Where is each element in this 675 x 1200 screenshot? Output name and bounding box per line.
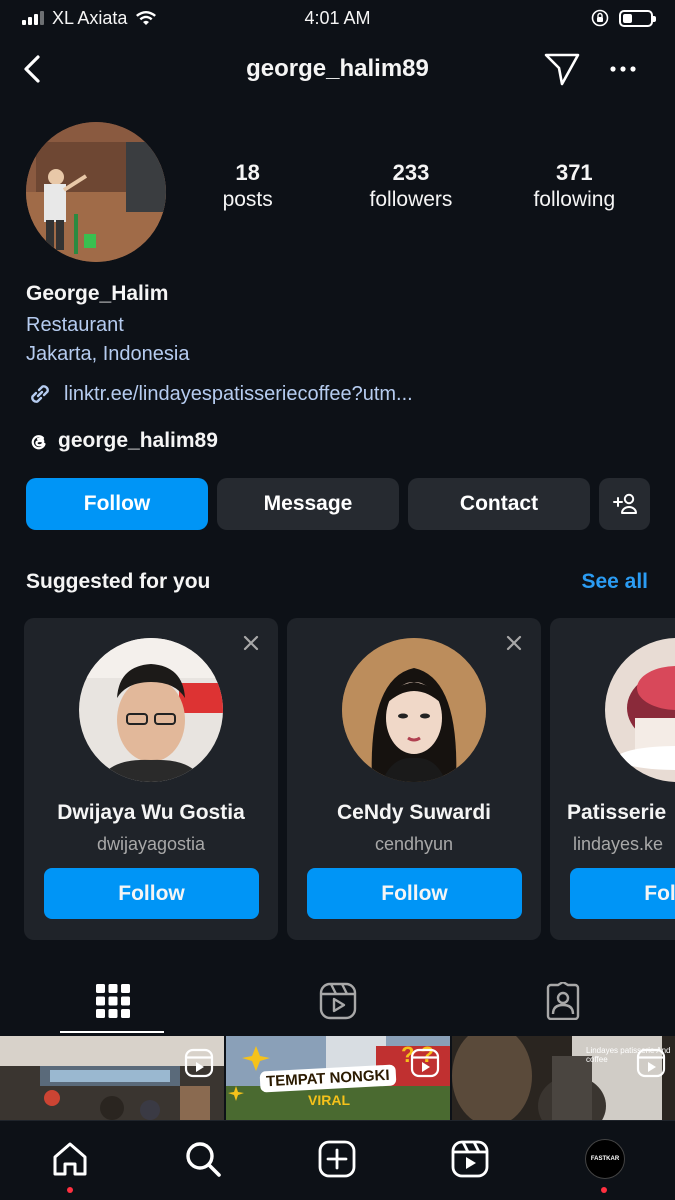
notification-dot — [601, 1187, 607, 1193]
post-overlay-subtext: VIRAL — [308, 1092, 350, 1108]
suggested-name: Dwijaya Wu Gostia — [57, 801, 245, 824]
avatar-photo — [79, 638, 223, 782]
suggested-name: CeNdy Suwardi — [336, 801, 492, 824]
nav-reels[interactable] — [448, 1137, 492, 1181]
status-right — [591, 9, 656, 27]
display-name: George_Halim — [26, 282, 169, 305]
create-icon — [318, 1140, 356, 1178]
suggested-title: Suggested for you — [26, 570, 211, 593]
bottom-navigation: FASTKAR — [0, 1120, 675, 1200]
threads-handle: george_halim89 — [58, 429, 218, 452]
follow-button[interactable]: Follow — [26, 478, 208, 530]
suggested-carousel[interactable]: Dwijaya Wu Gostia dwijayagostia Follow C… — [24, 618, 675, 940]
profile-actions: Follow Message Contact — [26, 478, 650, 530]
tab-reels[interactable] — [225, 968, 450, 1034]
stat-value: 233 — [392, 160, 430, 185]
nav-profile-avatar: FASTKAR — [585, 1139, 625, 1179]
close-icon[interactable] — [505, 634, 523, 652]
close-icon[interactable] — [242, 634, 260, 652]
nav-create[interactable] — [315, 1137, 359, 1181]
reels-icon — [319, 982, 356, 1020]
avatar-photo — [342, 638, 486, 782]
tagged-icon — [546, 982, 579, 1020]
stat-label: posts — [222, 188, 273, 212]
page-title: george_halim89 — [246, 55, 429, 82]
add-person-icon — [612, 493, 637, 514]
stat-label: following — [533, 188, 616, 212]
stat-posts[interactable]: 18 posts — [166, 160, 329, 214]
profile-header: george_halim89 — [0, 40, 675, 98]
reels-icon — [451, 1140, 489, 1178]
avatar-photo — [605, 638, 675, 782]
lock-rotation-icon — [591, 9, 609, 27]
back-icon[interactable] — [18, 52, 48, 86]
search-icon — [186, 1142, 221, 1177]
post-thumbnail[interactable] — [0, 1036, 224, 1120]
nav-search[interactable] — [181, 1137, 225, 1181]
profile-link[interactable]: linktr.ee/lindayespatisseriecoffee?utm..… — [26, 380, 413, 408]
link-text: linktr.ee/lindayespatisseriecoffee?utm..… — [64, 382, 413, 405]
profile-tabs — [0, 968, 675, 1034]
profile-stats: 18 posts 233 followers 371 following — [166, 160, 656, 214]
reel-badge-icon — [636, 1048, 666, 1078]
reel-badge-icon — [410, 1048, 440, 1078]
suggested-follow-button[interactable]: Follow — [307, 868, 522, 919]
tab-tagged[interactable] — [450, 968, 675, 1034]
status-bar: XL Axiata 4:01 AM — [0, 0, 675, 36]
profile-category[interactable]: Restaurant — [26, 314, 124, 337]
nav-profile[interactable]: FASTKAR — [583, 1137, 627, 1181]
stat-label: followers — [369, 188, 453, 212]
suggested-card[interactable]: CeNdy Suwardi cendhyun Follow — [287, 618, 541, 940]
suggested-avatar[interactable] — [342, 638, 486, 782]
threads-badge[interactable]: george_halim89 — [26, 429, 218, 453]
suggested-handle: cendhyun — [374, 834, 454, 854]
profile-avatar[interactable] — [26, 122, 166, 262]
suggested-handle: dwijayagostia — [96, 834, 206, 854]
suggested-avatar[interactable] — [79, 638, 223, 782]
suggested-follow-button[interactable]: Follow — [570, 868, 675, 919]
notification-dot — [67, 1187, 73, 1193]
status-left: XL Axiata — [22, 8, 157, 29]
see-all-link[interactable]: See all — [581, 570, 648, 594]
nav-avatar-text: FASTKAR — [590, 1156, 620, 1162]
suggested-name: Patisserie — [567, 801, 667, 824]
wifi-icon — [136, 11, 157, 25]
suggest-people-button[interactable] — [599, 478, 650, 530]
grid-icon — [95, 984, 130, 1018]
stat-following[interactable]: 371 following — [493, 160, 656, 214]
stat-followers[interactable]: 233 followers — [329, 160, 492, 214]
link-icon — [31, 385, 49, 403]
active-tab-indicator — [60, 1031, 164, 1033]
post-thumbnail[interactable]: ? ? TEMPAT NONGKI VIRAL — [226, 1036, 450, 1120]
message-button[interactable]: Message — [217, 478, 399, 530]
suggested-card[interactable]: Patisserie lindayes.ke Follow — [550, 618, 675, 940]
posts-grid: ? ? TEMPAT NONGKI VIRAL Lindayes patisse… — [0, 1036, 675, 1120]
tab-posts[interactable] — [0, 968, 225, 1034]
post-thumbnail[interactable]: Lindayes patisserie And coffee — [452, 1036, 675, 1120]
stat-value: 371 — [555, 160, 593, 185]
threads-icon — [31, 435, 46, 450]
nav-home[interactable] — [48, 1137, 92, 1181]
signal-icon — [22, 11, 44, 25]
suggested-header: Suggested for you See all — [26, 570, 648, 594]
contact-button[interactable]: Contact — [408, 478, 590, 530]
stat-value: 18 — [235, 160, 260, 185]
reel-badge-icon — [184, 1048, 214, 1078]
profile-location: Jakarta, Indonesia — [26, 343, 190, 365]
more-icon[interactable] — [606, 54, 640, 84]
suggested-follow-button[interactable]: Follow — [44, 868, 259, 919]
suggested-card[interactable]: Dwijaya Wu Gostia dwijayagostia Follow — [24, 618, 278, 940]
home-icon — [53, 1142, 87, 1176]
avatar-photo — [26, 122, 166, 262]
battery-icon — [619, 9, 656, 27]
send-icon[interactable] — [543, 51, 581, 87]
carrier-label: XL Axiata — [52, 7, 128, 28]
suggested-avatar[interactable] — [605, 638, 675, 782]
suggested-handle: lindayes.ke — [573, 834, 664, 854]
